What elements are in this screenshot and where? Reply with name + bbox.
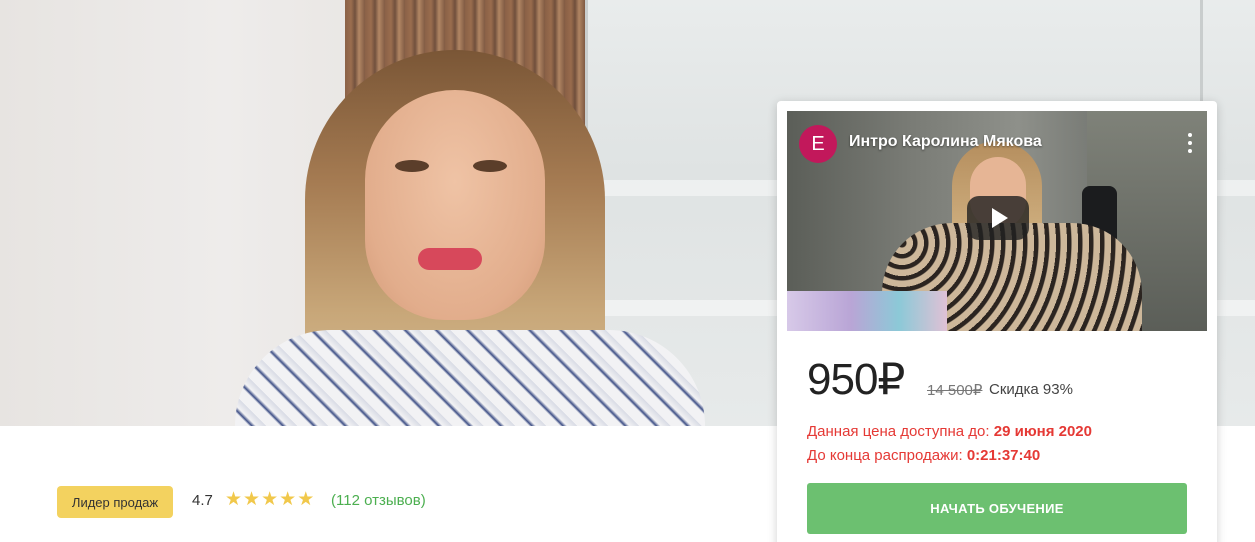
deadline-date: 29 июня 2020 <box>993 423 1092 440</box>
old-price: 14 500₽ <box>927 382 983 399</box>
sale-countdown: До конца распродажи: 0:21:37:40 <box>807 447 1040 464</box>
reviews-link[interactable]: (112 отзывов) <box>331 492 426 509</box>
video-player[interactable]: E Интро Каролина Мякова <box>787 111 1207 331</box>
portrait-eye <box>473 160 507 172</box>
video-laptop <box>787 291 947 331</box>
more-vertical-icon[interactable] <box>1185 133 1195 153</box>
rating-stars: ★ ★ ★ ★ ★ <box>225 489 314 511</box>
discount-label: Скидка 93% <box>989 381 1073 398</box>
portrait-face <box>365 90 545 320</box>
star-icon: ★ <box>243 489 261 510</box>
channel-avatar[interactable]: E <box>799 125 837 163</box>
countdown-timer: 0:21:37:40 <box>966 447 1041 464</box>
bestseller-badge: Лидер продаж <box>57 486 173 518</box>
start-learning-button[interactable]: НАЧАТЬ ОБУЧЕНИЕ <box>807 483 1187 534</box>
purchase-card: E Интро Каролина Мякова 950₽ 14 500₽ Ски… <box>777 101 1217 542</box>
portrait-eye <box>395 160 429 172</box>
portrait-lips <box>418 248 482 270</box>
star-icon: ★ <box>297 489 315 510</box>
star-icon: ★ <box>261 489 279 510</box>
star-icon: ★ <box>225 489 243 510</box>
portrait-shirt <box>235 330 705 426</box>
video-title[interactable]: Интро Каролина Мякова <box>849 133 1042 151</box>
countdown-label: До конца распродажи: <box>807 447 967 464</box>
star-icon: ★ <box>279 489 297 510</box>
current-price: 950₽ <box>807 355 905 404</box>
deadline-label: Данная цена доступна до: <box>807 423 994 440</box>
price-deadline: Данная цена доступна до: 29 июня 2020 <box>807 423 1092 440</box>
hero-portrait <box>235 20 705 426</box>
rating-value: 4.7 <box>192 492 213 509</box>
play-icon[interactable] <box>967 196 1029 240</box>
